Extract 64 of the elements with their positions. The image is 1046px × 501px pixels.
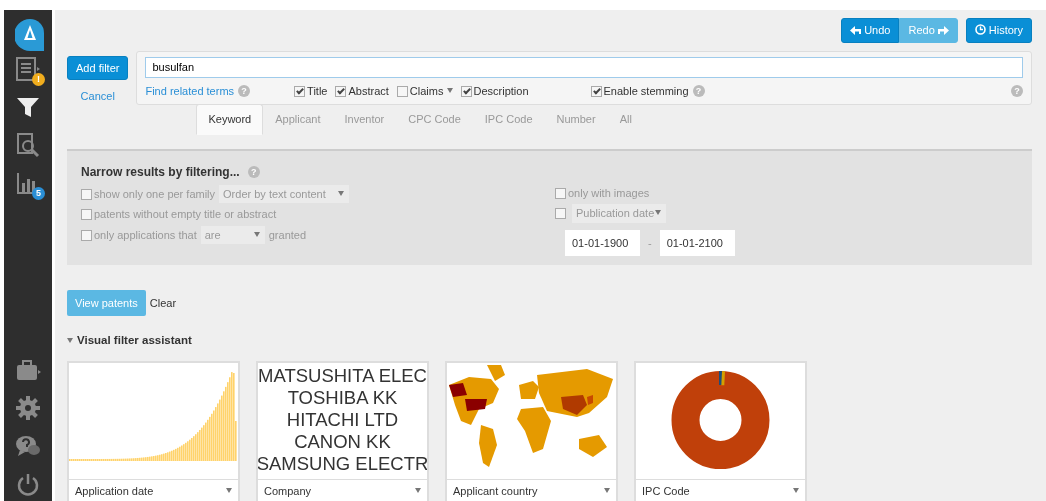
company-name[interactable]: CANON KK xyxy=(294,431,391,454)
help-icon[interactable]: ? xyxy=(247,165,260,178)
help-icon[interactable]: ? xyxy=(1011,84,1023,97)
clear-link[interactable]: Clear xyxy=(149,294,177,311)
caret-icon[interactable] xyxy=(415,488,421,494)
tab[interactable]: IPC Code xyxy=(472,104,545,135)
add-filter-button[interactable]: Add filter xyxy=(67,55,129,80)
company-name[interactable]: MATSUSHITA ELEC xyxy=(258,365,427,388)
company-name[interactable]: SAMSUNG ELECTR xyxy=(258,453,427,476)
caret-icon[interactable] xyxy=(793,488,799,494)
filter-checkbox[interactable]: patents without empty title or abstract xyxy=(81,206,277,223)
field-checkbox[interactable]: Description xyxy=(460,82,529,99)
dropdown[interactable]: Order by text content xyxy=(219,184,350,203)
date-field[interactable]: 01-01-2100 xyxy=(659,229,735,256)
help-chat-icon[interactable] xyxy=(15,433,41,459)
company-name[interactable]: HITACHI LTD xyxy=(286,409,399,432)
stemming-checkbox[interactable]: Enable stemming xyxy=(590,82,689,99)
document-search-icon[interactable] xyxy=(15,132,41,158)
chart-label: Company xyxy=(264,483,312,499)
view-patents-button[interactable]: View patents xyxy=(67,289,146,316)
settings-icon[interactable] xyxy=(15,395,41,421)
caret-icon[interactable] xyxy=(226,488,232,494)
help-icon[interactable]: ? xyxy=(238,84,251,97)
chart-label: Application date xyxy=(75,483,154,499)
filter-checkbox[interactable]: only with images xyxy=(555,184,650,201)
filter-checkbox[interactable]: show only one per family xyxy=(81,185,216,202)
tab[interactable]: All xyxy=(607,104,644,135)
power-icon[interactable] xyxy=(15,471,41,497)
field-checkbox[interactable]: Claims xyxy=(396,82,453,99)
related-terms-link[interactable]: Find related terms xyxy=(145,82,235,99)
notification-badge: ! xyxy=(32,73,45,86)
tab[interactable]: Applicant xyxy=(263,104,333,135)
tab[interactable]: Inventor xyxy=(332,104,397,135)
company-name[interactable]: TOSHIBA KK xyxy=(287,387,398,410)
cancel-link[interactable]: Cancel xyxy=(80,88,115,105)
help-icon[interactable]: ? xyxy=(692,84,705,97)
toolbox-icon[interactable] xyxy=(15,357,41,383)
notification-badge: 5 xyxy=(32,187,45,200)
chart-label: Applicant country xyxy=(453,483,538,499)
dropdown[interactable]: are xyxy=(200,225,265,244)
tab[interactable]: Number xyxy=(544,104,608,135)
undo-arrow-icon xyxy=(850,26,862,35)
field-checkbox[interactable]: Abstract xyxy=(335,82,389,99)
option-label: granted xyxy=(268,227,307,243)
tab[interactable]: CPC Code xyxy=(396,104,473,135)
checkbox[interactable] xyxy=(555,205,568,222)
caret-icon[interactable] xyxy=(604,488,610,494)
clock-icon xyxy=(974,24,986,35)
triangle-icon[interactable] xyxy=(67,338,73,344)
tab[interactable]: Keyword xyxy=(196,104,264,135)
undo-button[interactable]: Undo xyxy=(841,18,900,43)
chart-label: IPC Code xyxy=(642,483,690,499)
logo-icon[interactable] xyxy=(15,18,45,52)
dropdown[interactable]: Publication date xyxy=(572,204,666,223)
field-checkbox[interactable]: Title xyxy=(294,82,328,99)
search-field[interactable]: busulfan xyxy=(145,56,1023,78)
date-field[interactable]: 01-01-1900 xyxy=(565,229,640,256)
history-button[interactable]: History xyxy=(965,18,1032,43)
document-icon[interactable] xyxy=(15,56,41,82)
date-separator: - xyxy=(648,235,652,251)
section-title: Narrow results by filtering... xyxy=(81,163,240,181)
redo-arrow-icon xyxy=(937,26,949,35)
section-title: Visual filter assistant xyxy=(77,333,192,348)
filter-checkbox[interactable]: only applications that xyxy=(81,226,197,243)
